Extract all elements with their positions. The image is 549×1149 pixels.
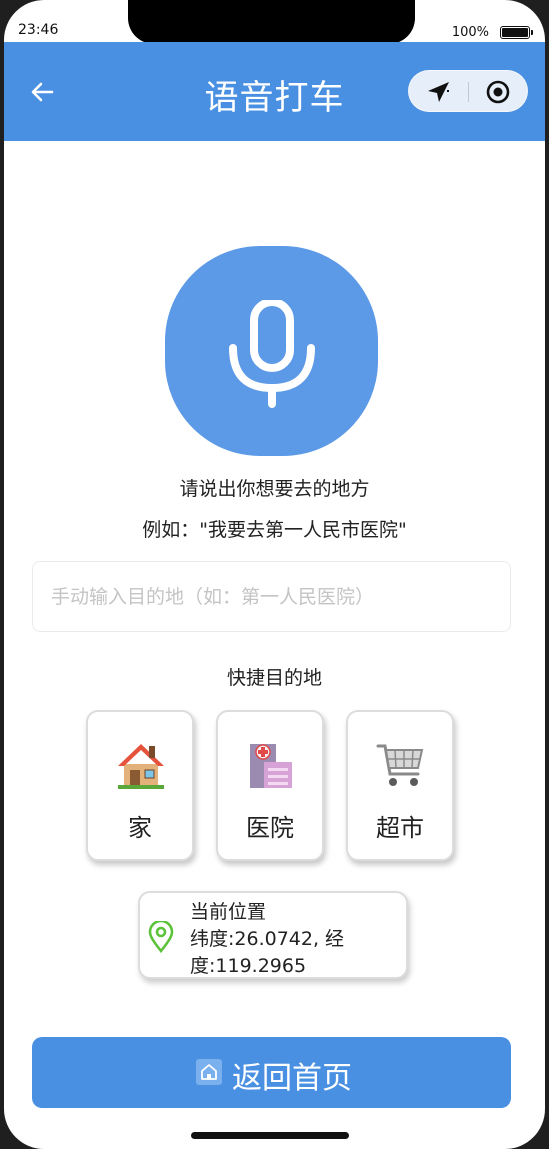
location-arrow-icon[interactable]	[425, 80, 453, 104]
shortcut-supermarket-label: 超市	[376, 814, 424, 842]
home-indicator[interactable]	[191, 1132, 349, 1139]
back-home-label: 返回首页	[232, 1061, 352, 1096]
battery-percent: 100%	[451, 25, 489, 40]
phone-screen: 23:46 100% 语音打车 请说出你想要去的地方 例如："我要去第一人民市医…	[4, 0, 545, 1149]
shortcut-supermarket-button[interactable]: 超市	[346, 710, 454, 861]
capsule-divider	[468, 82, 469, 102]
shortcut-home-label: 家	[128, 814, 152, 842]
status-time: 23:46	[18, 22, 59, 38]
destination-input[interactable]	[32, 561, 511, 632]
location-title: 当前位置	[190, 901, 267, 923]
shortcut-home-button[interactable]: 家	[86, 710, 194, 861]
record-target-icon[interactable]	[485, 80, 511, 104]
camera-notch	[128, 0, 415, 44]
hospital-icon	[250, 744, 292, 788]
shortcut-hospital-label: 医院	[246, 814, 294, 842]
voice-example-text: 例如："我要去第一人民市医院"	[142, 519, 407, 541]
shortcut-hospital-button[interactable]: 医院	[216, 710, 324, 861]
current-location-card: 当前位置 纬度:26.0742, 经 度:119.2965	[138, 891, 408, 979]
voice-prompt-text: 请说出你想要去的地方	[179, 478, 370, 500]
home-icon	[196, 1059, 222, 1085]
location-text: 当前位置 纬度:26.0742, 经 度:119.2965	[190, 899, 390, 980]
nav-bar: 语音打车	[4, 42, 545, 141]
battery-icon	[500, 26, 533, 39]
back-home-button[interactable]: 返回首页	[32, 1037, 511, 1108]
mini-program-capsule	[408, 70, 528, 112]
house-icon	[118, 744, 164, 789]
map-pin-icon	[148, 921, 174, 953]
location-coords-line2: 度:119.2965	[190, 955, 307, 977]
microphone-icon	[229, 300, 315, 408]
shopping-cart-icon	[376, 744, 424, 786]
voice-record-button[interactable]	[165, 246, 378, 456]
shortcuts-title: 快捷目的地	[226, 667, 322, 689]
location-coords-line1: 纬度:26.0742, 经	[190, 928, 345, 950]
